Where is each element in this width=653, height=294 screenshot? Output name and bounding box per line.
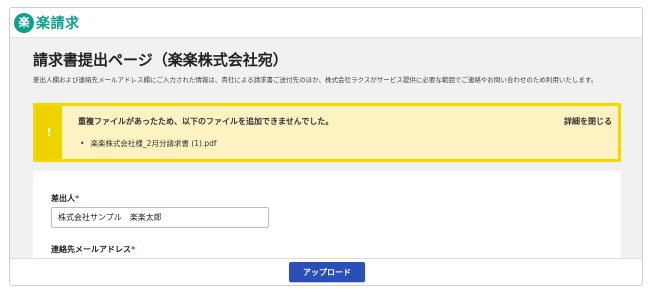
required-mark: * bbox=[131, 245, 136, 254]
top-bar: 楽 楽請求 bbox=[10, 8, 642, 38]
alert-icon-column: ! bbox=[36, 106, 62, 159]
warning-icon: ! bbox=[46, 126, 52, 139]
brand-logo[interactable]: 楽 楽請求 bbox=[14, 12, 80, 34]
duplicate-file-alert: ! 重複ファイルがあったため、以下のファイルを追加できませんでした。 詳細を閉じ… bbox=[33, 103, 621, 162]
sender-label-text: 差出人 bbox=[51, 194, 75, 203]
footer-bar: アップロード bbox=[10, 258, 642, 285]
rejected-file-list: 楽楽株式会社様_2月分請求書 (1).pdf bbox=[80, 138, 216, 149]
email-label-text: 連絡先メールアドレス bbox=[51, 245, 131, 254]
app-window: 楽 楽請求 請求書提出ページ（楽楽株式会社宛） 差出人欄および連絡先メールアドレ… bbox=[9, 7, 643, 286]
sender-input[interactable] bbox=[51, 207, 269, 228]
privacy-notice: 差出人欄および連絡先メールアドレス欄にご入力された情報は、貴社による請求書ご送付… bbox=[33, 76, 598, 84]
brand-mark-icon: 楽 bbox=[14, 13, 34, 33]
alert-title: 重複ファイルがあったため、以下のファイルを追加できませんでした。 bbox=[78, 117, 334, 126]
brand-name: 楽請求 bbox=[36, 16, 80, 32]
required-mark: * bbox=[75, 194, 80, 203]
upload-button[interactable]: アップロード bbox=[289, 262, 365, 282]
rejected-file-item: 楽楽株式会社様_2月分請求書 (1).pdf bbox=[80, 138, 216, 149]
sender-field-label: 差出人* bbox=[51, 193, 79, 204]
email-field-label: 連絡先メールアドレス* bbox=[51, 244, 135, 255]
close-details-link[interactable]: 詳細を閉じる bbox=[564, 116, 612, 127]
page-title: 請求書提出ページ（楽楽株式会社宛） bbox=[33, 51, 288, 69]
